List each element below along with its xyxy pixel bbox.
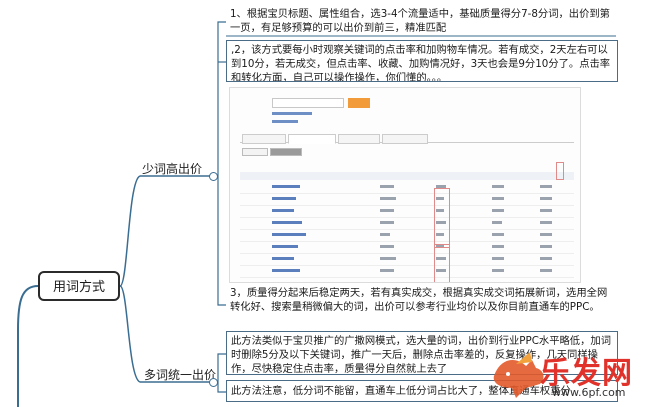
branch-few-words-label[interactable]: 少词高出价 bbox=[142, 160, 202, 177]
note-few-1: 1、根据宝贝标题、属性组合，选3-4个流量适中，基础质量得分7-8分词，出价到第… bbox=[230, 8, 610, 34]
branch-many-words-label[interactable]: 多词统一出价 bbox=[144, 366, 216, 383]
collapse-toggle-icon[interactable] bbox=[209, 378, 218, 387]
note-few-3: 3，质量得分起来后稳定两天，若有真实成交，根据真实成交词拓展新词，选用全网转化好… bbox=[230, 287, 608, 313]
collapse-toggle-icon[interactable] bbox=[209, 172, 218, 181]
embedded-screenshot bbox=[229, 87, 581, 283]
root-topic[interactable]: 用词方式 bbox=[38, 271, 120, 301]
note-few-2: ,2，该方式要每小时观察关键词的点击率和加购物车情况。若有成交，2天左右可以到1… bbox=[226, 40, 618, 82]
watermark-url: www.6pf.com bbox=[552, 386, 626, 399]
